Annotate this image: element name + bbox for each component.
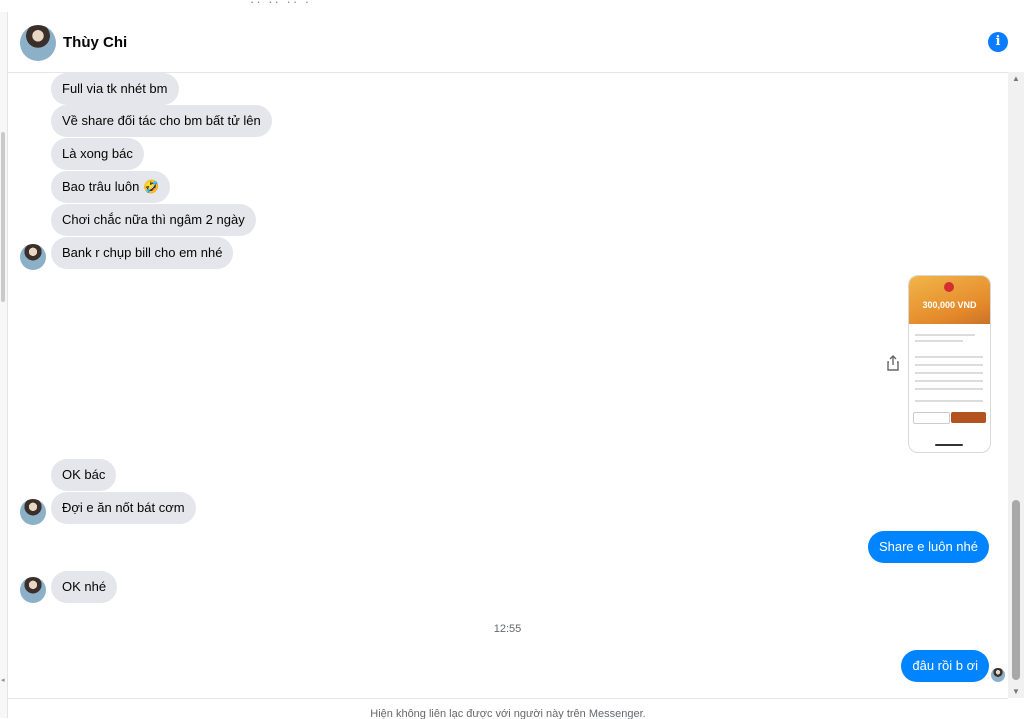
left-scroll-edge: ◂ bbox=[0, 12, 8, 718]
receipt-text-line bbox=[915, 334, 975, 336]
conversation-header: Thùy Chi i bbox=[8, 14, 1016, 73]
receipt-amount: 300,000 VND bbox=[922, 300, 977, 310]
browser-top-strip: ·· ·· ·· · bbox=[0, 0, 1024, 12]
seen-avatar bbox=[991, 668, 1005, 682]
receipt-home-indicator bbox=[935, 444, 963, 446]
message-incoming[interactable]: Đợi e ăn nốt bát cơm bbox=[51, 492, 196, 524]
info-icon[interactable]: i bbox=[988, 32, 1008, 52]
left-scroll-arrow[interactable]: ◂ bbox=[1, 676, 5, 684]
scroll-thumb[interactable] bbox=[1012, 500, 1020, 680]
scroll-down-arrow[interactable]: ▼ bbox=[1008, 687, 1024, 696]
sender-avatar[interactable] bbox=[20, 577, 46, 603]
message-incoming[interactable]: OK bác bbox=[51, 459, 117, 491]
message-incoming[interactable]: Về share đối tác cho bm bất tử lên bbox=[51, 105, 272, 137]
sender-avatar[interactable] bbox=[20, 244, 46, 270]
composer-footer: Hiện không liên lạc được với người này t… bbox=[8, 698, 1008, 719]
message-incoming[interactable]: Bao trâu luôn 🤣 bbox=[51, 171, 171, 203]
receipt-text-line bbox=[915, 372, 983, 374]
sender-avatar[interactable] bbox=[20, 499, 46, 525]
message-incoming[interactable]: Là xong bác bbox=[51, 138, 144, 170]
message-scrollbar[interactable]: ▲ ▼ bbox=[1008, 72, 1024, 698]
success-check-icon bbox=[944, 282, 954, 292]
contact-name[interactable]: Thùy Chi bbox=[63, 34, 127, 51]
message-incoming[interactable]: OK nhé bbox=[51, 571, 118, 603]
message-incoming[interactable]: Bank r chụp bill cho em nhé bbox=[51, 237, 234, 269]
receipt-primary-button bbox=[951, 412, 986, 423]
message-list: Full via tk nhét bm Về share đối tác cho… bbox=[8, 73, 1007, 698]
contact-avatar[interactable] bbox=[20, 25, 56, 61]
message-outgoing[interactable]: đâu rồi b ơi bbox=[901, 650, 989, 682]
scroll-up-arrow[interactable]: ▲ bbox=[1008, 74, 1024, 83]
receipt-text-line bbox=[915, 340, 963, 342]
unavailable-notice: Hiện không liên lạc được với người này t… bbox=[370, 708, 646, 719]
receipt-text-line bbox=[915, 364, 983, 366]
receipt-secondary-button bbox=[913, 412, 950, 424]
receipt-image[interactable]: 300,000 VND bbox=[908, 275, 991, 453]
message-outgoing[interactable]: Share e luôn nhé bbox=[867, 531, 989, 563]
left-scroll-thumb[interactable] bbox=[1, 132, 5, 302]
message-incoming[interactable]: Chơi chắc nữa thì ngâm 2 ngày bbox=[51, 204, 256, 236]
receipt-text-line bbox=[915, 356, 983, 358]
message-timestamp: 12:55 bbox=[493, 623, 522, 635]
receipt-text-line bbox=[915, 388, 983, 390]
receipt-text-line bbox=[915, 380, 983, 382]
share-icon[interactable] bbox=[886, 355, 900, 371]
receipt-text-line bbox=[915, 400, 983, 402]
message-incoming[interactable]: Full via tk nhét bm bbox=[51, 73, 179, 105]
top-strip-fragment: ·· ·· ·· · bbox=[250, 0, 312, 9]
